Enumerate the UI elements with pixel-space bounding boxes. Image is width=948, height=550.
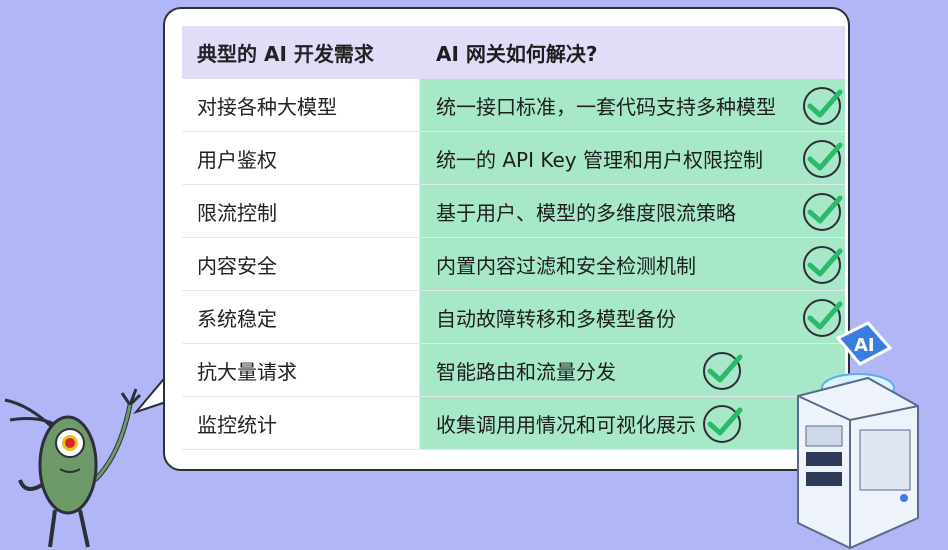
need-cell: 对接各种大模型 bbox=[182, 79, 420, 131]
solution-text: 基于用户、模型的多维度限流策略 bbox=[436, 200, 736, 225]
solution-cell: 智能路由和流量分发 bbox=[420, 344, 845, 396]
table-row: 限流控制 基于用户、模型的多维度限流策略 bbox=[182, 185, 845, 238]
table-row: 内容安全 内置内容过滤和安全检测机制 bbox=[182, 238, 845, 291]
solution-text: 统一的 API Key 管理和用户权限控制 bbox=[436, 147, 763, 172]
solution-cell: 基于用户、模型的多维度限流策略 bbox=[420, 185, 845, 237]
solution-text: 内置内容过滤和安全检测机制 bbox=[436, 253, 696, 278]
solution-cell: 自动故障转移和多模型备份 bbox=[420, 291, 845, 343]
table-row: 用户鉴权 统一的 API Key 管理和用户权限控制 bbox=[182, 132, 845, 185]
solution-text: 自动故障转移和多模型备份 bbox=[436, 306, 676, 331]
check-icon bbox=[803, 193, 843, 231]
check-icon bbox=[703, 352, 743, 390]
need-cell: 用户鉴权 bbox=[182, 132, 420, 184]
header-needs: 典型的 AI 开发需求 bbox=[182, 26, 420, 79]
solution-cell: 统一的 API Key 管理和用户权限控制 bbox=[420, 132, 845, 184]
table-header-row: 典型的 AI 开发需求 AI 网关如何解决? bbox=[182, 26, 845, 79]
solution-cell: 收集调用用情况和可视化展示 bbox=[420, 397, 845, 449]
solution-text: 统一接口标准，一套代码支持多种模型 bbox=[436, 94, 776, 119]
solution-text: 智能路由和流量分发 bbox=[436, 359, 616, 384]
need-cell: 限流控制 bbox=[182, 185, 420, 237]
plankton-character bbox=[4, 388, 142, 548]
check-icon bbox=[803, 246, 843, 284]
table-row: 监控统计 收集调用用情况和可视化展示 bbox=[182, 397, 845, 450]
solution-text: 收集调用用情况和可视化展示 bbox=[436, 412, 696, 437]
table-row: 系统稳定 自动故障转移和多模型备份 bbox=[182, 291, 845, 344]
header-solutions: AI 网关如何解决? bbox=[420, 26, 845, 79]
check-icon bbox=[803, 87, 843, 125]
check-icon bbox=[803, 140, 843, 178]
need-cell: 抗大量请求 bbox=[182, 344, 420, 396]
table-row: 抗大量请求 智能路由和流量分发 bbox=[182, 344, 845, 397]
need-cell: 系统稳定 bbox=[182, 291, 420, 343]
need-cell: 监控统计 bbox=[182, 397, 420, 449]
need-cell: 内容安全 bbox=[182, 238, 420, 290]
solution-cell: 内置内容过滤和安全检测机制 bbox=[420, 238, 845, 290]
comparison-table: 典型的 AI 开发需求 AI 网关如何解决? 对接各种大模型 统一接口标准，一套… bbox=[182, 26, 845, 450]
server-badge: AI bbox=[854, 335, 875, 356]
ai-server-illustration: AI bbox=[797, 321, 919, 550]
solution-cell: 统一接口标准，一套代码支持多种模型 bbox=[420, 79, 845, 131]
table-row: 对接各种大模型 统一接口标准，一套代码支持多种模型 bbox=[182, 79, 845, 132]
check-icon bbox=[703, 405, 743, 443]
